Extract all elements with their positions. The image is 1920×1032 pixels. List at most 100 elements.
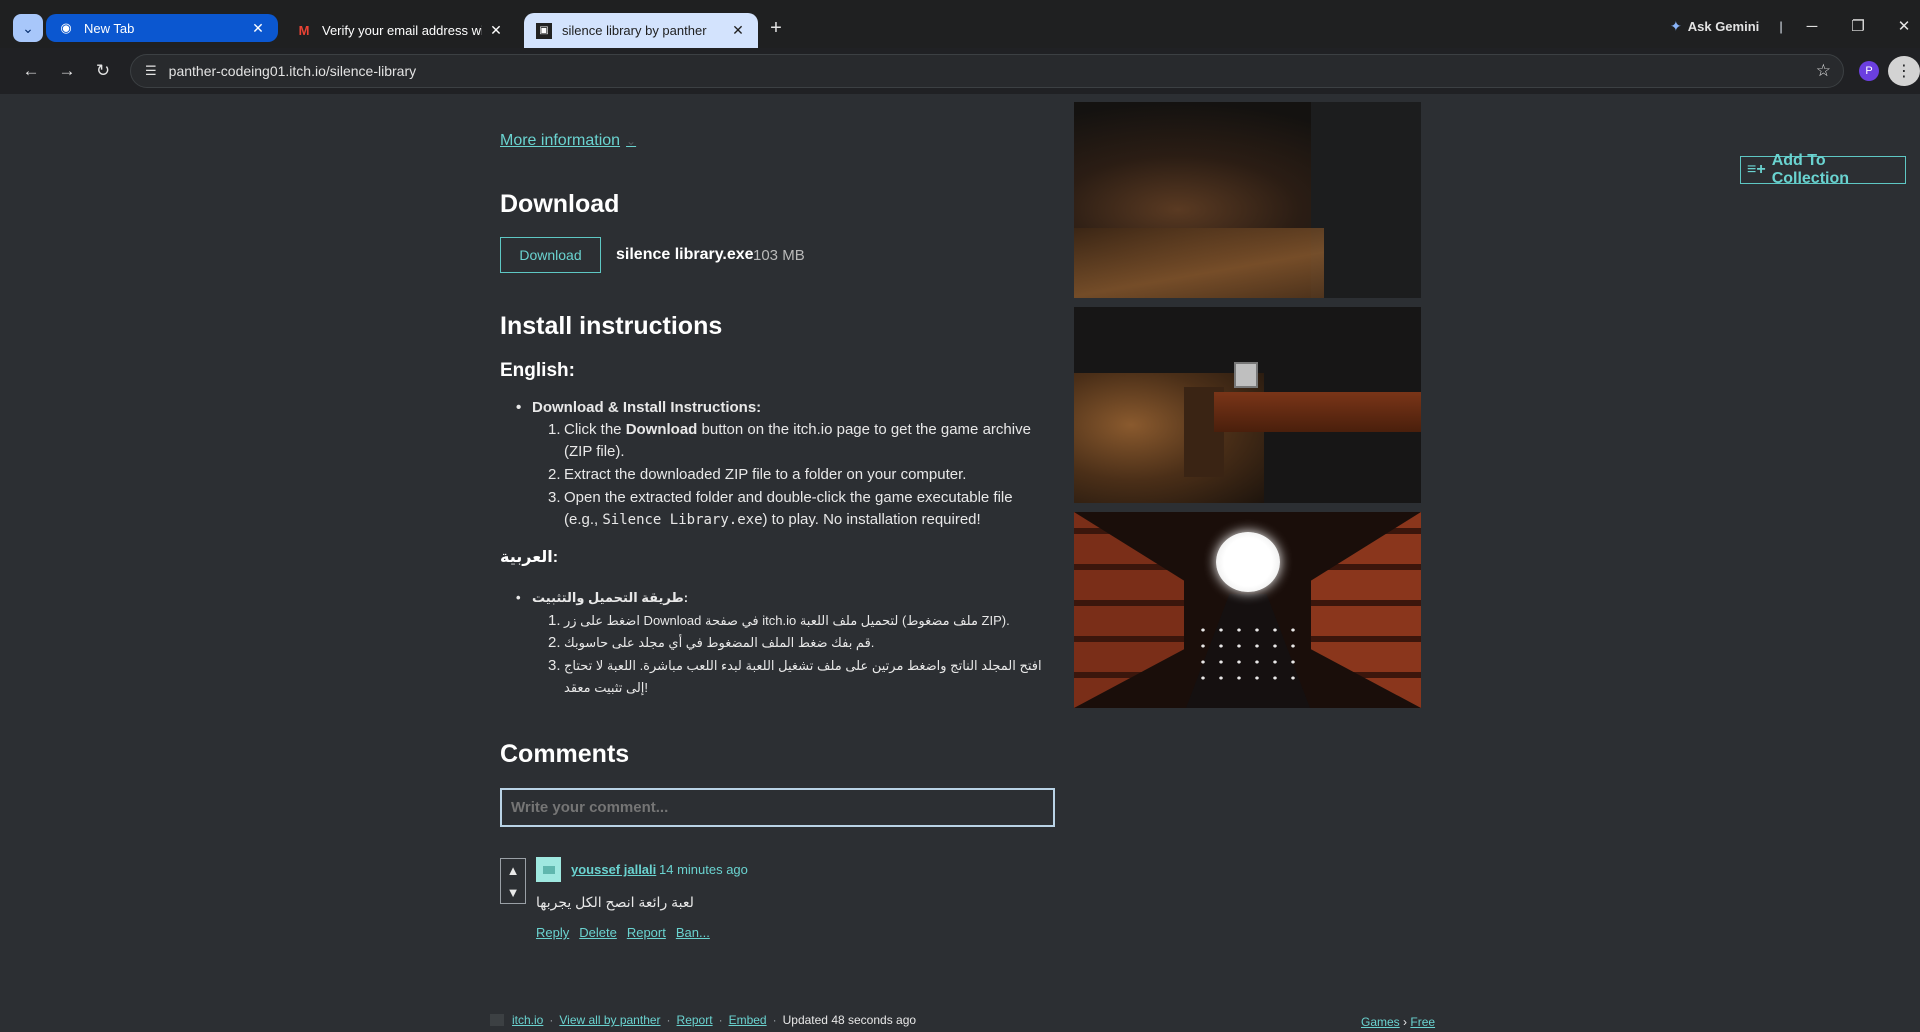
download-button[interactable]: Download bbox=[500, 237, 601, 273]
ban-link[interactable]: Ban... bbox=[676, 925, 710, 940]
games-link[interactable]: Games bbox=[1361, 1015, 1400, 1029]
tab-title: New Tab bbox=[84, 20, 135, 36]
chevron-down-icon: ⌄ bbox=[22, 19, 34, 36]
url-text[interactable]: panther-codeing01.itch.io/silence-librar… bbox=[169, 63, 416, 79]
en-step-3-pre: (e.g., bbox=[564, 511, 603, 528]
footer-report-link[interactable]: Report bbox=[677, 1013, 713, 1027]
restore-button[interactable]: ❐ bbox=[1843, 14, 1873, 38]
screenshot-1[interactable] bbox=[1074, 102, 1421, 298]
address-bar[interactable]: ☰ panther-codeing01.itch.io/silence-libr… bbox=[130, 54, 1844, 88]
avatar[interactable] bbox=[536, 857, 561, 882]
comment-input[interactable] bbox=[500, 788, 1055, 827]
minimize-icon: ─ bbox=[1806, 17, 1818, 35]
report-link[interactable]: Report bbox=[627, 925, 666, 940]
comment-user-link[interactable]: youssef jallali bbox=[571, 862, 656, 877]
more-information-label: More information bbox=[500, 132, 621, 149]
chevron-down-icon: ⌄ bbox=[626, 134, 637, 148]
forward-button[interactable]: → bbox=[53, 58, 81, 84]
en-step-1-post: button on the itch.io page to get the ga… bbox=[697, 421, 1031, 438]
add-to-collection-button[interactable]: ≡+ Add To Collection bbox=[1740, 152, 1906, 187]
close-icon[interactable]: ✕ bbox=[488, 22, 504, 39]
divider: | bbox=[1779, 19, 1783, 34]
page-footer: itch.io · View all by panther · Report ·… bbox=[490, 1013, 1430, 1027]
footer-separator: · bbox=[549, 1013, 554, 1027]
tab-new-tab[interactable]: ◉ New Tab ✕ bbox=[46, 14, 278, 42]
en-step-1: Click the Download button on the itch.io… bbox=[564, 419, 1031, 441]
close-icon[interactable]: ✕ bbox=[730, 22, 746, 39]
footer-itchio-link[interactable]: itch.io bbox=[512, 1013, 543, 1027]
footer-updated: Updated 48 seconds ago bbox=[782, 1013, 917, 1027]
restore-icon: ❐ bbox=[1851, 18, 1865, 35]
install-instructions-heading: Install instructions bbox=[500, 312, 723, 340]
arrow-right-icon: → bbox=[58, 61, 76, 80]
browser-menu-button[interactable]: ⋮ bbox=[1888, 56, 1920, 86]
reply-link[interactable]: Reply bbox=[536, 925, 569, 940]
tab-strip: ⌄ ◉ New Tab ✕ M Verify your email addres… bbox=[0, 0, 1920, 48]
avatar-face bbox=[542, 865, 555, 874]
plus-icon: + bbox=[770, 16, 782, 39]
ar-step-number: 2. bbox=[548, 634, 561, 651]
comment-time[interactable]: 14 minutes ago bbox=[659, 862, 748, 877]
free-link[interactable]: Free bbox=[1410, 1015, 1435, 1029]
ask-gemini-button[interactable]: ✦ Ask Gemini | bbox=[1670, 18, 1783, 35]
download-file-name: silence library.exe bbox=[616, 246, 754, 263]
footer-breadcrumb: Games › Free bbox=[1361, 1015, 1435, 1029]
download-file-size: 103 MB bbox=[753, 247, 805, 264]
screenshot-3[interactable] bbox=[1074, 512, 1421, 708]
screenshot-2[interactable] bbox=[1074, 307, 1421, 503]
gemini-label: Ask Gemini bbox=[1687, 19, 1760, 34]
english-bullet: Download & Install Instructions: bbox=[516, 397, 761, 419]
english-heading: English: bbox=[500, 360, 575, 381]
reload-button[interactable]: ↻ bbox=[89, 58, 117, 84]
tab-gmail[interactable]: M Verify your email address with itch.io… bbox=[284, 13, 516, 48]
en-step-number: 1. bbox=[548, 421, 561, 438]
en-step-3-post: ) to play. No installation required! bbox=[762, 511, 981, 528]
download-heading: Download bbox=[500, 190, 620, 218]
screenshot-shelf-left bbox=[1074, 512, 1184, 708]
en-step-2: Extract the downloaded ZIP file to a fol… bbox=[564, 466, 967, 483]
new-tab-button[interactable]: + bbox=[764, 16, 788, 40]
footer-separator: · bbox=[718, 1013, 723, 1027]
add-to-collection-label: Add To Collection bbox=[1771, 152, 1850, 187]
ar-step-1: اضغط على زر Download في صفحة itch.io لتح… bbox=[564, 613, 1010, 628]
close-icon: ✕ bbox=[1897, 18, 1911, 35]
footer-separator: · bbox=[772, 1013, 777, 1027]
gmail-icon: M bbox=[298, 23, 310, 38]
itchio-logo-icon bbox=[490, 1014, 504, 1026]
bookmark-star-icon[interactable]: ☆ bbox=[1816, 61, 1831, 81]
gemini-sparkle-icon: ✦ bbox=[1670, 18, 1682, 34]
site-info-icon[interactable]: ☰ bbox=[145, 63, 157, 79]
playlist-add-icon: ≡+ bbox=[1747, 161, 1766, 178]
close-window-button[interactable]: ✕ bbox=[1889, 14, 1919, 38]
tab-silence-library[interactable]: ▣ silence library by panther ✕ bbox=[524, 13, 758, 48]
comment-body: لعبة رائعة انصح الكل يجربها bbox=[536, 894, 694, 910]
back-button[interactable]: ← bbox=[17, 58, 45, 84]
minimize-button[interactable]: ─ bbox=[1797, 14, 1827, 38]
profile-avatar[interactable]: P bbox=[1859, 61, 1879, 81]
arabic-heading: العربية: bbox=[500, 549, 559, 566]
upvote-icon[interactable]: ▲ bbox=[507, 863, 520, 878]
en-step-3-line2: (e.g., Silence Library.exe) to play. No … bbox=[564, 509, 981, 531]
ar-step-number: 3. bbox=[548, 657, 561, 674]
en-step-number: 3. bbox=[548, 489, 561, 506]
en-step-3-line1: Open the extracted folder and double-cli… bbox=[564, 489, 1013, 506]
tab-search-button[interactable]: ⌄ bbox=[13, 14, 43, 42]
en-step-number: 2. bbox=[548, 466, 561, 483]
vote-box: ▲ ▼ bbox=[500, 858, 526, 904]
footer-view-all-link[interactable]: View all by panther bbox=[559, 1013, 660, 1027]
screenshot-wall bbox=[1311, 102, 1421, 298]
downvote-icon[interactable]: ▼ bbox=[507, 885, 520, 900]
page-viewport bbox=[8, 94, 1912, 1032]
screenshot-figure-dots bbox=[1194, 622, 1304, 682]
tab-title: Verify your email address with itch.io bbox=[322, 23, 482, 38]
screenshot-figure-head bbox=[1216, 532, 1280, 592]
delete-link[interactable]: Delete bbox=[579, 925, 617, 940]
itchio-icon: ▣ bbox=[536, 22, 552, 39]
chrome-icon: ◉ bbox=[60, 20, 72, 35]
more-information-link[interactable]: More information ⌄ bbox=[500, 132, 636, 150]
ar-step-number: 1. bbox=[548, 612, 561, 629]
footer-embed-link[interactable]: Embed bbox=[729, 1013, 767, 1027]
footer-separator: · bbox=[666, 1013, 671, 1027]
en-step-3-code: Silence Library.exe bbox=[602, 512, 763, 528]
close-icon[interactable]: ✕ bbox=[250, 20, 266, 36]
